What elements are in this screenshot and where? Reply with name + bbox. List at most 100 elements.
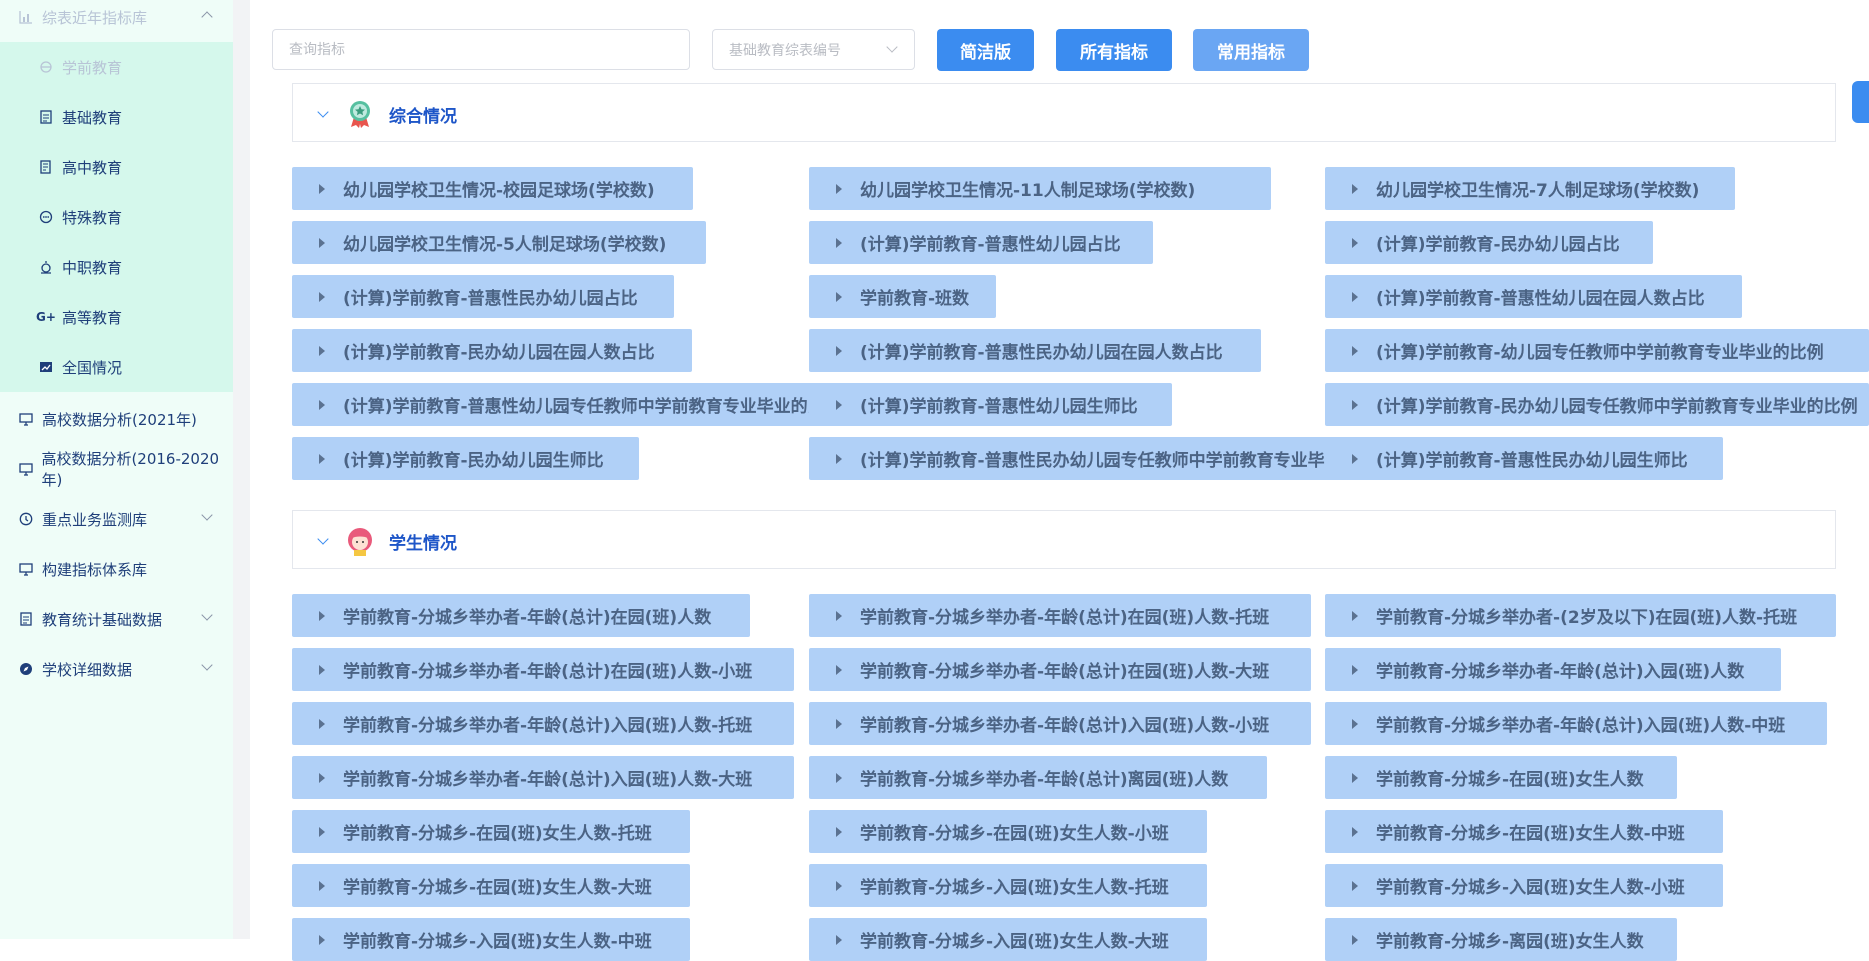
caret-right-icon: [1352, 453, 1358, 464]
indicator-chip[interactable]: 学前教育-分城乡举办者-(2岁及以下)在园(班)人数-托班: [1325, 594, 1836, 637]
sidebar-item-higher-education[interactable]: G+ 高等教育: [0, 292, 233, 342]
indicator-chip[interactable]: (计算)学前教育-普惠性民办幼儿园生师比: [1325, 437, 1723, 480]
indicator-chip[interactable]: 学前教育-分城乡-在园(班)女生人数-小班: [809, 810, 1207, 853]
sidebar-item-vocational[interactable]: 中职教育: [0, 242, 233, 292]
sidebar-item-label: 构建指标体系库: [42, 560, 148, 579]
indicator-chip[interactable]: 学前教育-分城乡-入园(班)女生人数-大班: [809, 918, 1207, 961]
sidebar-item-high-school[interactable]: 高中教育: [0, 142, 233, 192]
search-input[interactable]: [272, 29, 690, 70]
indicator-chip[interactable]: 学前教育-分城乡-在园(班)女生人数-中班: [1325, 810, 1723, 853]
sidebar-item-build-indicators[interactable]: 构建指标体系库: [0, 544, 233, 594]
indicator-chip[interactable]: 幼儿园学校卫生情况-11人制足球场(学校数): [809, 167, 1271, 210]
caret-right-icon: [319, 237, 325, 248]
caret-right-icon: [1352, 664, 1358, 675]
indicator-chip[interactable]: (计算)学前教育-普惠性幼儿园在园人数占比: [1325, 275, 1742, 318]
indicator-chip[interactable]: (计算)学前教育-民办幼儿园占比: [1325, 221, 1653, 264]
sidebar-item-label: 高校数据分析(2021年): [42, 410, 197, 429]
sidebar-item-school-details[interactable]: 学校详细数据: [0, 644, 233, 694]
sidebar-item-special-education[interactable]: 特殊教育: [0, 192, 233, 242]
indicator-chip[interactable]: 学前教育-分城乡举办者-年龄(总计)入园(班)人数: [1325, 648, 1781, 691]
indicator-chip[interactable]: (计算)学前教育-幼儿园专任教师中学前教育专业毕业的比例: [1325, 329, 1869, 372]
sidebar-item-edu-statistics[interactable]: 教育统计基础数据: [0, 594, 233, 644]
indicator-label: 学前教育-分城乡举办者-年龄(总计)入园(班)人数-大班: [343, 770, 753, 790]
indicator-chip[interactable]: 学前教育-分城乡-在园(班)女生人数-托班: [292, 810, 690, 853]
indicator-chip[interactable]: (计算)学前教育-普惠性幼儿园生师比: [809, 383, 1172, 426]
indicator-chip[interactable]: (计算)学前教育-民办幼儿园在园人数占比: [292, 329, 692, 372]
indicator-chip[interactable]: 学前教育-分城乡-离园(班)女生人数: [1325, 918, 1677, 961]
indicator-chip[interactable]: 学前教育-班数: [809, 275, 996, 318]
indicator-chip[interactable]: (计算)学前教育-民办幼儿园专任教师中学前教育专业毕业的比例: [1325, 383, 1869, 426]
chevron-down-icon[interactable]: [317, 533, 329, 545]
indicator-label: 学前教育-分城乡举办者-年龄(总计)入园(班)人数-托班: [343, 716, 753, 736]
caret-right-icon: [1352, 183, 1358, 194]
floating-side-tab[interactable]: [1852, 81, 1869, 123]
indicator-chip[interactable]: 学前教育-分城乡举办者-年龄(总计)离园(班)人数: [809, 756, 1267, 799]
monitor-icon: [18, 561, 34, 577]
caret-right-icon: [319, 880, 325, 891]
indicator-chip[interactable]: (计算)学前教育-普惠性民办幼儿园在园人数占比: [809, 329, 1261, 372]
indicator-label: 学前教育-分城乡-入园(班)女生人数-托班: [860, 878, 1169, 898]
section-header-students: 学生情况: [292, 510, 1836, 569]
indicator-label: 学前教育-分城乡-在园(班)女生人数-大班: [343, 878, 652, 898]
sidebar-item-label: 特殊教育: [62, 208, 123, 227]
all-indicators-button[interactable]: 所有指标: [1056, 29, 1172, 71]
caret-right-icon: [836, 183, 842, 194]
indicator-chip[interactable]: 学前教育-分城乡举办者-年龄(总计)入园(班)人数-托班: [292, 702, 794, 745]
sidebar-item-univ-2021[interactable]: 高校数据分析(2021年): [0, 394, 233, 444]
indicator-chip[interactable]: (计算)学前教育-普惠性幼儿园占比: [809, 221, 1153, 264]
indicator-chip[interactable]: 幼儿园学校卫生情况-校园足球场(学校数): [292, 167, 693, 210]
caret-right-icon: [319, 345, 325, 356]
indicator-label: 学前教育-分城乡-在园(班)女生人数: [1376, 770, 1644, 790]
caret-right-icon: [836, 345, 842, 356]
indicator-label: 幼儿园学校卫生情况-校园足球场(学校数): [343, 181, 655, 201]
indicator-chip[interactable]: 学前教育-分城乡举办者-年龄(总计)在园(班)人数-大班: [809, 648, 1311, 691]
indicator-label: 学前教育-分城乡-入园(班)女生人数-小班: [1376, 878, 1685, 898]
caret-right-icon: [836, 772, 842, 783]
indicator-chip[interactable]: 学前教育-分城乡举办者-年龄(总计)在园(班)人数-小班: [292, 648, 794, 691]
sidebar-item-univ-2016-2020[interactable]: 高校数据分析(2016-2020年): [0, 444, 233, 494]
caret-right-icon: [836, 664, 842, 675]
caret-right-icon: [836, 880, 842, 891]
indicator-label: (计算)学前教育-普惠性幼儿园占比: [860, 235, 1121, 255]
caret-right-icon: [836, 399, 842, 410]
indicator-label: 学前教育-分城乡举办者-年龄(总计)入园(班)人数-小班: [860, 716, 1270, 736]
sidebar-item-label: 重点业务监测库: [42, 510, 148, 529]
indicator-chip[interactable]: (计算)学前教育-普惠性民办幼儿园占比: [292, 275, 674, 318]
badge-icon: [350, 101, 370, 128]
indicator-chip[interactable]: 幼儿园学校卫生情况-5人制足球场(学校数): [292, 221, 706, 264]
indicator-chip[interactable]: (计算)学前教育-民办幼儿园生师比: [292, 437, 639, 480]
section-header-overview: 综合情况: [292, 83, 1836, 142]
sidebar-item-preschool[interactable]: 学前教育: [0, 42, 233, 92]
sidebar-item-key-business[interactable]: 重点业务监测库: [0, 494, 233, 544]
sidebar-item-national[interactable]: 全国情况: [0, 342, 233, 392]
table-number-select[interactable]: 基础教育综表编号: [712, 29, 915, 70]
indicator-chip[interactable]: 学前教育-分城乡-在园(班)女生人数: [1325, 756, 1677, 799]
indicator-label: 幼儿园学校卫生情况-11人制足球场(学校数): [860, 181, 1196, 201]
sidebar-divider: [233, 0, 250, 939]
sidebar-item-basic-education[interactable]: 基础教育: [0, 92, 233, 142]
indicator-chip[interactable]: (计算)学前教育-普惠性幼儿园专任教师中学前教育专业毕业的比例: [292, 383, 888, 426]
indicator-label: (计算)学前教育-普惠性幼儿园生师比: [860, 397, 1138, 417]
indicator-chip[interactable]: 学前教育-分城乡举办者-年龄(总计)入园(班)人数-中班: [1325, 702, 1827, 745]
sidebar-item-indicator-library[interactable]: 综表近年指标库: [0, 0, 233, 42]
indicator-chip[interactable]: 学前教育-分城乡举办者-年龄(总计)在园(班)人数-托班: [809, 594, 1311, 637]
indicator-label: (计算)学前教育-普惠性民办幼儿园生师比: [1376, 451, 1688, 471]
chevron-down-icon[interactable]: [317, 106, 329, 118]
indicator-label: (计算)学前教育-普惠性民办幼儿园占比: [343, 289, 638, 309]
indicator-chip[interactable]: 学前教育-分城乡举办者-年龄(总计)入园(班)人数-小班: [809, 702, 1311, 745]
bar-chart-icon: [18, 9, 34, 25]
indicator-chip[interactable]: 学前教育-分城乡-入园(班)女生人数-托班: [809, 864, 1207, 907]
simple-version-button[interactable]: 简洁版: [937, 29, 1034, 71]
indicator-chip[interactable]: 学前教育-分城乡举办者-年龄(总计)入园(班)人数-大班: [292, 756, 794, 799]
document-icon: [38, 109, 54, 125]
alarm-icon: [38, 259, 54, 275]
indicator-chip[interactable]: 幼儿园学校卫生情况-7人制足球场(学校数): [1325, 167, 1735, 210]
indicator-chip[interactable]: 学前教育-分城乡-入园(班)女生人数-小班: [1325, 864, 1723, 907]
indicator-chip[interactable]: 学前教育-分城乡-在园(班)女生人数-大班: [292, 864, 690, 907]
indicator-label: 学前教育-分城乡-在园(班)女生人数-中班: [1376, 824, 1685, 844]
indicator-chip[interactable]: 学前教育-分城乡举办者-年龄(总计)在园(班)人数: [292, 594, 750, 637]
caret-right-icon: [836, 934, 842, 945]
common-indicators-button[interactable]: 常用指标: [1193, 29, 1309, 71]
indicator-chip[interactable]: 学前教育-分城乡-入园(班)女生人数-中班: [292, 918, 690, 961]
caret-right-icon: [836, 610, 842, 621]
